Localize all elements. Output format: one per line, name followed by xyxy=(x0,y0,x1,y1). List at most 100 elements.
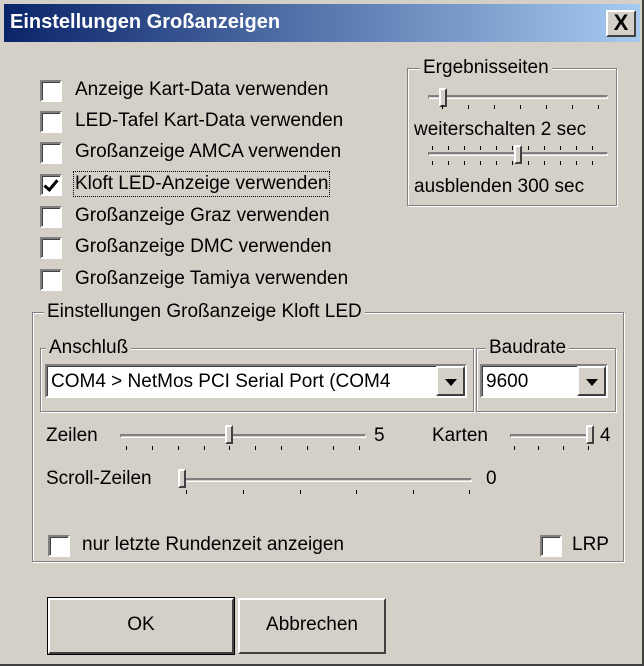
slider-tick xyxy=(204,446,205,450)
title-bar[interactable]: Einstellungen Großanzeigen X xyxy=(4,4,640,42)
slider-tick xyxy=(560,146,561,150)
slider-tick xyxy=(464,146,465,150)
checkbox-led-tafel-kart-data[interactable] xyxy=(40,111,62,133)
slider-tick xyxy=(243,490,244,494)
slider-tick xyxy=(448,146,449,150)
checkbox-label-nur-letzte-rundenzeit[interactable]: nur letzte Rundenzeit anzeigen xyxy=(82,534,344,556)
checkbox-label-grossanzeige-amca[interactable]: Großanzeige AMCA verwenden xyxy=(75,141,341,163)
slider-tick xyxy=(255,446,256,450)
slider-tick xyxy=(300,490,301,494)
slider-tick xyxy=(229,446,230,450)
checkbox-label-led-tafel-kart-data[interactable]: LED-Tafel Kart-Data verwenden xyxy=(75,110,343,132)
weiterschalten-slider-track[interactable] xyxy=(428,95,608,99)
slider-tick xyxy=(480,161,481,165)
slider-tick xyxy=(512,161,513,165)
checkbox-grossanzeige-tamiya[interactable] xyxy=(40,269,62,291)
slider-tick xyxy=(469,490,470,494)
slider-tick xyxy=(576,146,577,150)
checkbox-label-grossanzeige-tamiya[interactable]: Großanzeige Tamiya verwenden xyxy=(75,268,348,290)
slider-tick xyxy=(544,146,545,150)
zeilen-label: Zeilen xyxy=(46,425,98,446)
ausblenden-slider-thumb[interactable] xyxy=(514,145,522,164)
checkbox-grossanzeige-graz[interactable] xyxy=(40,206,62,228)
scroll-zeilen-label: Scroll-Zeilen xyxy=(46,468,152,489)
slider-tick xyxy=(592,161,593,165)
slider-tick xyxy=(560,161,561,165)
checkbox-grossanzeige-dmc[interactable] xyxy=(40,237,62,259)
ergebnisseiten-legend: Ergebnisseiten xyxy=(420,57,552,79)
slider-tick xyxy=(514,446,515,450)
anschluss-select[interactable]: COM4 > NetMos PCI Serial Port (COM4 xyxy=(45,364,467,398)
zeilen-value: 5 xyxy=(374,425,385,446)
kloft-led-legend: Einstellungen Großanzeige Kloft LED xyxy=(44,301,365,323)
scroll-zeilen-slider-thumb[interactable] xyxy=(178,469,186,488)
karten-value: 4 xyxy=(600,425,611,446)
slider-tick xyxy=(413,490,414,494)
slider-tick xyxy=(528,146,529,150)
checkbox-anzeige-kart-data[interactable] xyxy=(40,80,62,102)
checkbox-label-anzeige-kart-data[interactable]: Anzeige Kart-Data verwenden xyxy=(75,79,328,101)
slider-tick xyxy=(359,446,360,450)
chevron-down-icon[interactable] xyxy=(436,366,465,396)
slider-tick xyxy=(356,490,357,494)
slider-tick xyxy=(496,146,497,150)
ok-button[interactable]: OK xyxy=(47,597,235,655)
checkbox-label-lrp[interactable]: LRP xyxy=(572,534,609,556)
settings-dialog: Einstellungen Großanzeigen X Anzeige Kar… xyxy=(0,0,644,666)
slider-tick xyxy=(442,105,443,109)
checkbox-label-grossanzeige-dmc[interactable]: Großanzeige DMC verwenden xyxy=(75,236,332,258)
checkbox-nur-letzte-rundenzeit[interactable] xyxy=(48,535,70,557)
karten-slider-thumb[interactable] xyxy=(586,425,594,444)
weiterschalten-label: weiterschalten 2 sec xyxy=(414,119,587,140)
close-button[interactable]: X xyxy=(606,10,636,37)
cancel-button[interactable]: Abbrechen xyxy=(238,598,386,654)
anschluss-select-value: COM4 > NetMos PCI Serial Port (COM4 xyxy=(51,371,391,392)
slider-tick xyxy=(448,161,449,165)
slider-tick xyxy=(512,146,513,150)
anschluss-legend: Anschluß xyxy=(46,337,132,359)
checkbox-kloft-led-anzeige[interactable] xyxy=(40,174,62,196)
slider-tick xyxy=(572,105,573,109)
slider-tick xyxy=(126,446,127,450)
slider-tick xyxy=(152,446,153,450)
slider-tick xyxy=(468,105,469,109)
slider-tick xyxy=(538,446,539,450)
slider-tick xyxy=(563,446,564,450)
slider-tick xyxy=(598,105,599,109)
slider-tick xyxy=(528,161,529,165)
slider-tick xyxy=(576,161,577,165)
slider-tick xyxy=(307,446,308,450)
checkbox-lrp[interactable] xyxy=(540,535,562,557)
slider-tick xyxy=(432,146,433,150)
slider-tick xyxy=(494,105,495,109)
slider-tick xyxy=(281,446,282,450)
slider-tick xyxy=(592,146,593,150)
window-title: Einstellungen Großanzeigen xyxy=(10,11,281,33)
checkbox-label-grossanzeige-graz[interactable]: Großanzeige Graz verwenden xyxy=(75,205,330,227)
weiterschalten-slider-thumb[interactable] xyxy=(439,88,447,107)
baudrate-select[interactable]: 9600 xyxy=(480,364,608,398)
baudrate-legend: Baudrate xyxy=(486,337,570,359)
slider-tick xyxy=(178,446,179,450)
slider-tick xyxy=(520,105,521,109)
slider-tick xyxy=(496,161,497,165)
slider-tick xyxy=(432,161,433,165)
chevron-down-icon[interactable] xyxy=(577,366,606,396)
zeilen-slider-track[interactable] xyxy=(120,434,366,438)
slider-tick xyxy=(588,446,589,450)
slider-tick xyxy=(480,146,481,150)
karten-label: Karten xyxy=(432,425,488,446)
slider-tick xyxy=(544,161,545,165)
baudrate-select-value: 9600 xyxy=(486,371,529,392)
karten-slider-track[interactable] xyxy=(510,434,594,438)
checkbox-grossanzeige-amca[interactable] xyxy=(40,142,62,164)
ausblenden-label: ausblenden 300 sec xyxy=(414,176,585,197)
scroll-zeilen-value: 0 xyxy=(486,468,497,489)
zeilen-slider-thumb[interactable] xyxy=(225,425,233,444)
slider-tick xyxy=(464,161,465,165)
slider-tick xyxy=(546,105,547,109)
slider-tick xyxy=(186,490,187,494)
scroll-zeilen-slider-track[interactable] xyxy=(180,478,472,482)
slider-tick xyxy=(333,446,334,450)
checkbox-label-kloft-led-anzeige[interactable]: Kloft LED-Anzeige verwenden xyxy=(72,171,331,197)
